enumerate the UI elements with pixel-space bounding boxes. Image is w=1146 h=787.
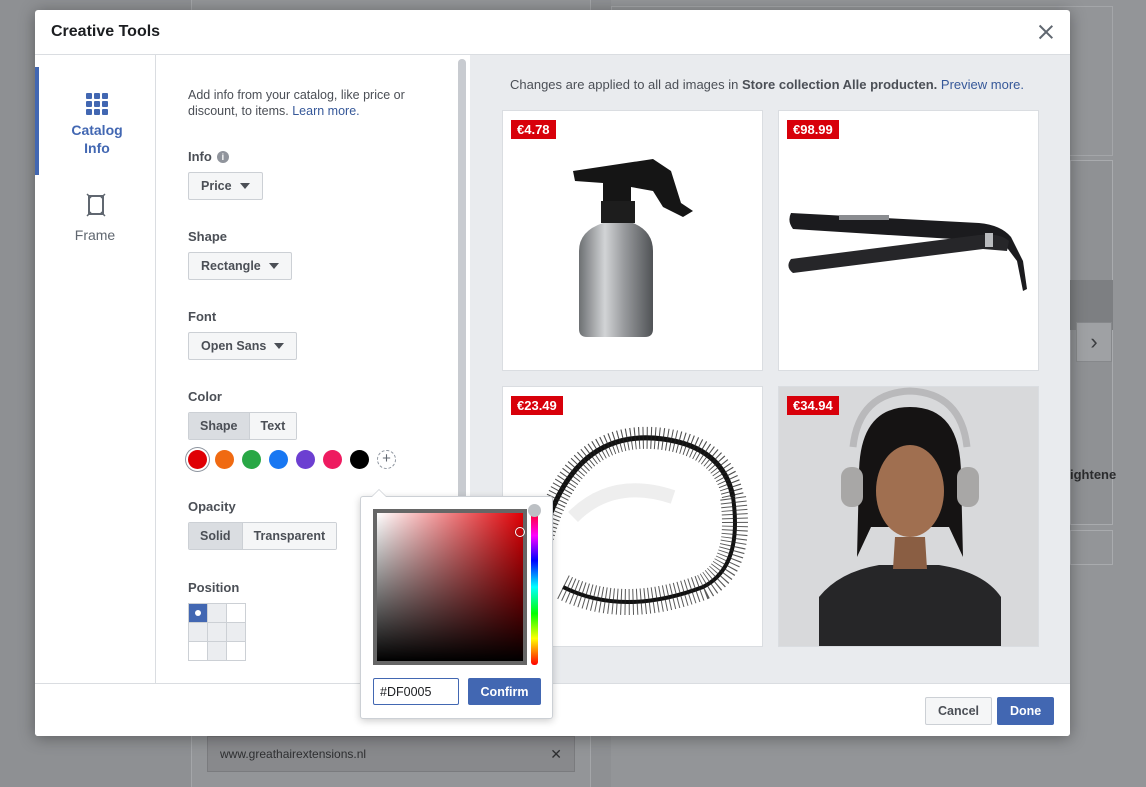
opacity-transparent[interactable]: Transparent — [242, 523, 337, 549]
add-color-icon[interactable]: + — [377, 450, 396, 469]
swatch-pink[interactable] — [323, 450, 342, 469]
close-icon[interactable] — [1036, 22, 1056, 42]
nav-item-frame[interactable]: Frame — [35, 187, 155, 257]
frame-icon — [85, 193, 106, 217]
learn-more-link[interactable]: Learn more. — [292, 104, 359, 118]
nav-label-frame: Frame — [74, 227, 116, 243]
position-middle-left[interactable] — [189, 623, 208, 642]
spray-bottle-image — [573, 159, 693, 337]
confirm-button[interactable]: Confirm — [468, 678, 541, 705]
caret-down-icon — [274, 343, 285, 349]
color-label: Color — [188, 389, 222, 404]
hair-straightener-image — [788, 213, 1027, 291]
font-label: Font — [188, 309, 217, 324]
backdrop-url-text: www.greathairextensions.nl — [220, 747, 367, 761]
position-top-center[interactable] — [208, 604, 227, 623]
saturation-handle[interactable] — [515, 527, 525, 537]
preview-note: Changes are applied to all ad images in … — [510, 77, 1024, 92]
color-tab-shape[interactable]: Shape — [189, 413, 250, 439]
caret-down-icon — [268, 263, 279, 269]
backdrop-product-title: ightene — [1070, 467, 1117, 482]
done-button[interactable]: Done — [997, 697, 1055, 725]
model-photo-image — [779, 387, 1038, 646]
preview-tile-model: €34.94 — [778, 386, 1039, 647]
nav-label-catalog-info: Catalog Info — [71, 122, 123, 156]
hue-slider[interactable] — [528, 504, 541, 665]
position-grid — [188, 603, 246, 661]
swatch-red[interactable] — [188, 450, 207, 469]
info-dropdown[interactable]: Price — [188, 172, 263, 200]
cancel-button[interactable]: Cancel — [925, 697, 992, 725]
color-swatches: + — [188, 450, 470, 469]
caret-down-icon — [239, 183, 250, 189]
info-dropdown-value: Price — [201, 179, 232, 193]
modal-title: Creative Tools — [51, 23, 161, 40]
carousel-next-icon: › — [1076, 322, 1112, 362]
collection-name: Store collection Alle producten. — [742, 77, 938, 92]
color-target-toggle: Shape Text — [188, 412, 298, 440]
price-tag: €4.78 — [511, 120, 556, 139]
intro-text: Add info from your catalog, like price o… — [188, 88, 405, 118]
position-middle-center[interactable] — [208, 623, 227, 642]
hex-color-input[interactable] — [373, 678, 459, 705]
color-tab-text[interactable]: Text — [249, 413, 297, 439]
info-label: Info i — [188, 149, 470, 164]
color-picker-popover: Confirm — [360, 489, 553, 719]
modal-header: Creative Tools — [35, 10, 1070, 55]
nav-item-catalog-info[interactable]: Catalog Info — [35, 67, 155, 175]
shape-dropdown-value: Rectangle — [201, 259, 261, 273]
font-dropdown-value: Open Sans — [201, 339, 267, 353]
position-bottom-right[interactable] — [227, 642, 246, 661]
position-middle-right[interactable] — [227, 623, 246, 642]
shape-label: Shape — [188, 229, 228, 244]
preview-tile-spray-bottle: €4.78 — [502, 110, 763, 371]
opacity-toggle: Solid Transparent — [188, 522, 338, 550]
font-dropdown[interactable]: Open Sans — [188, 332, 298, 360]
shape-dropdown[interactable]: Rectangle — [188, 252, 292, 280]
tool-nav: Catalog Info Frame — [35, 55, 156, 683]
position-top-right[interactable] — [227, 604, 246, 623]
grid-icon — [86, 93, 108, 115]
swatch-orange[interactable] — [215, 450, 234, 469]
price-tag: €98.99 — [787, 120, 839, 139]
preview-tile-hair-straightener: €98.99 — [778, 110, 1039, 371]
price-tag: €34.94 — [787, 396, 839, 415]
swatch-purple[interactable] — [296, 450, 315, 469]
backdrop-url-chip: www.greathairextensions.nl ✕ — [207, 736, 575, 772]
swatch-black[interactable] — [350, 450, 369, 469]
backdrop-card-footer — [1070, 530, 1113, 565]
preview-more-link[interactable]: Preview more. — [941, 77, 1024, 92]
info-icon[interactable]: i — [216, 150, 229, 163]
swatch-blue[interactable] — [269, 450, 288, 469]
hue-handle[interactable] — [528, 504, 541, 517]
opacity-solid[interactable]: Solid — [189, 523, 243, 549]
swatch-green[interactable] — [242, 450, 261, 469]
close-icon: ✕ — [550, 745, 562, 762]
position-top-left[interactable] — [189, 604, 208, 623]
price-tag: €23.49 — [511, 396, 563, 415]
saturation-value-area[interactable] — [373, 509, 527, 665]
preview-panel: Changes are applied to all ad images in … — [470, 55, 1070, 683]
position-bottom-left[interactable] — [189, 642, 208, 661]
position-bottom-center[interactable] — [208, 642, 227, 661]
